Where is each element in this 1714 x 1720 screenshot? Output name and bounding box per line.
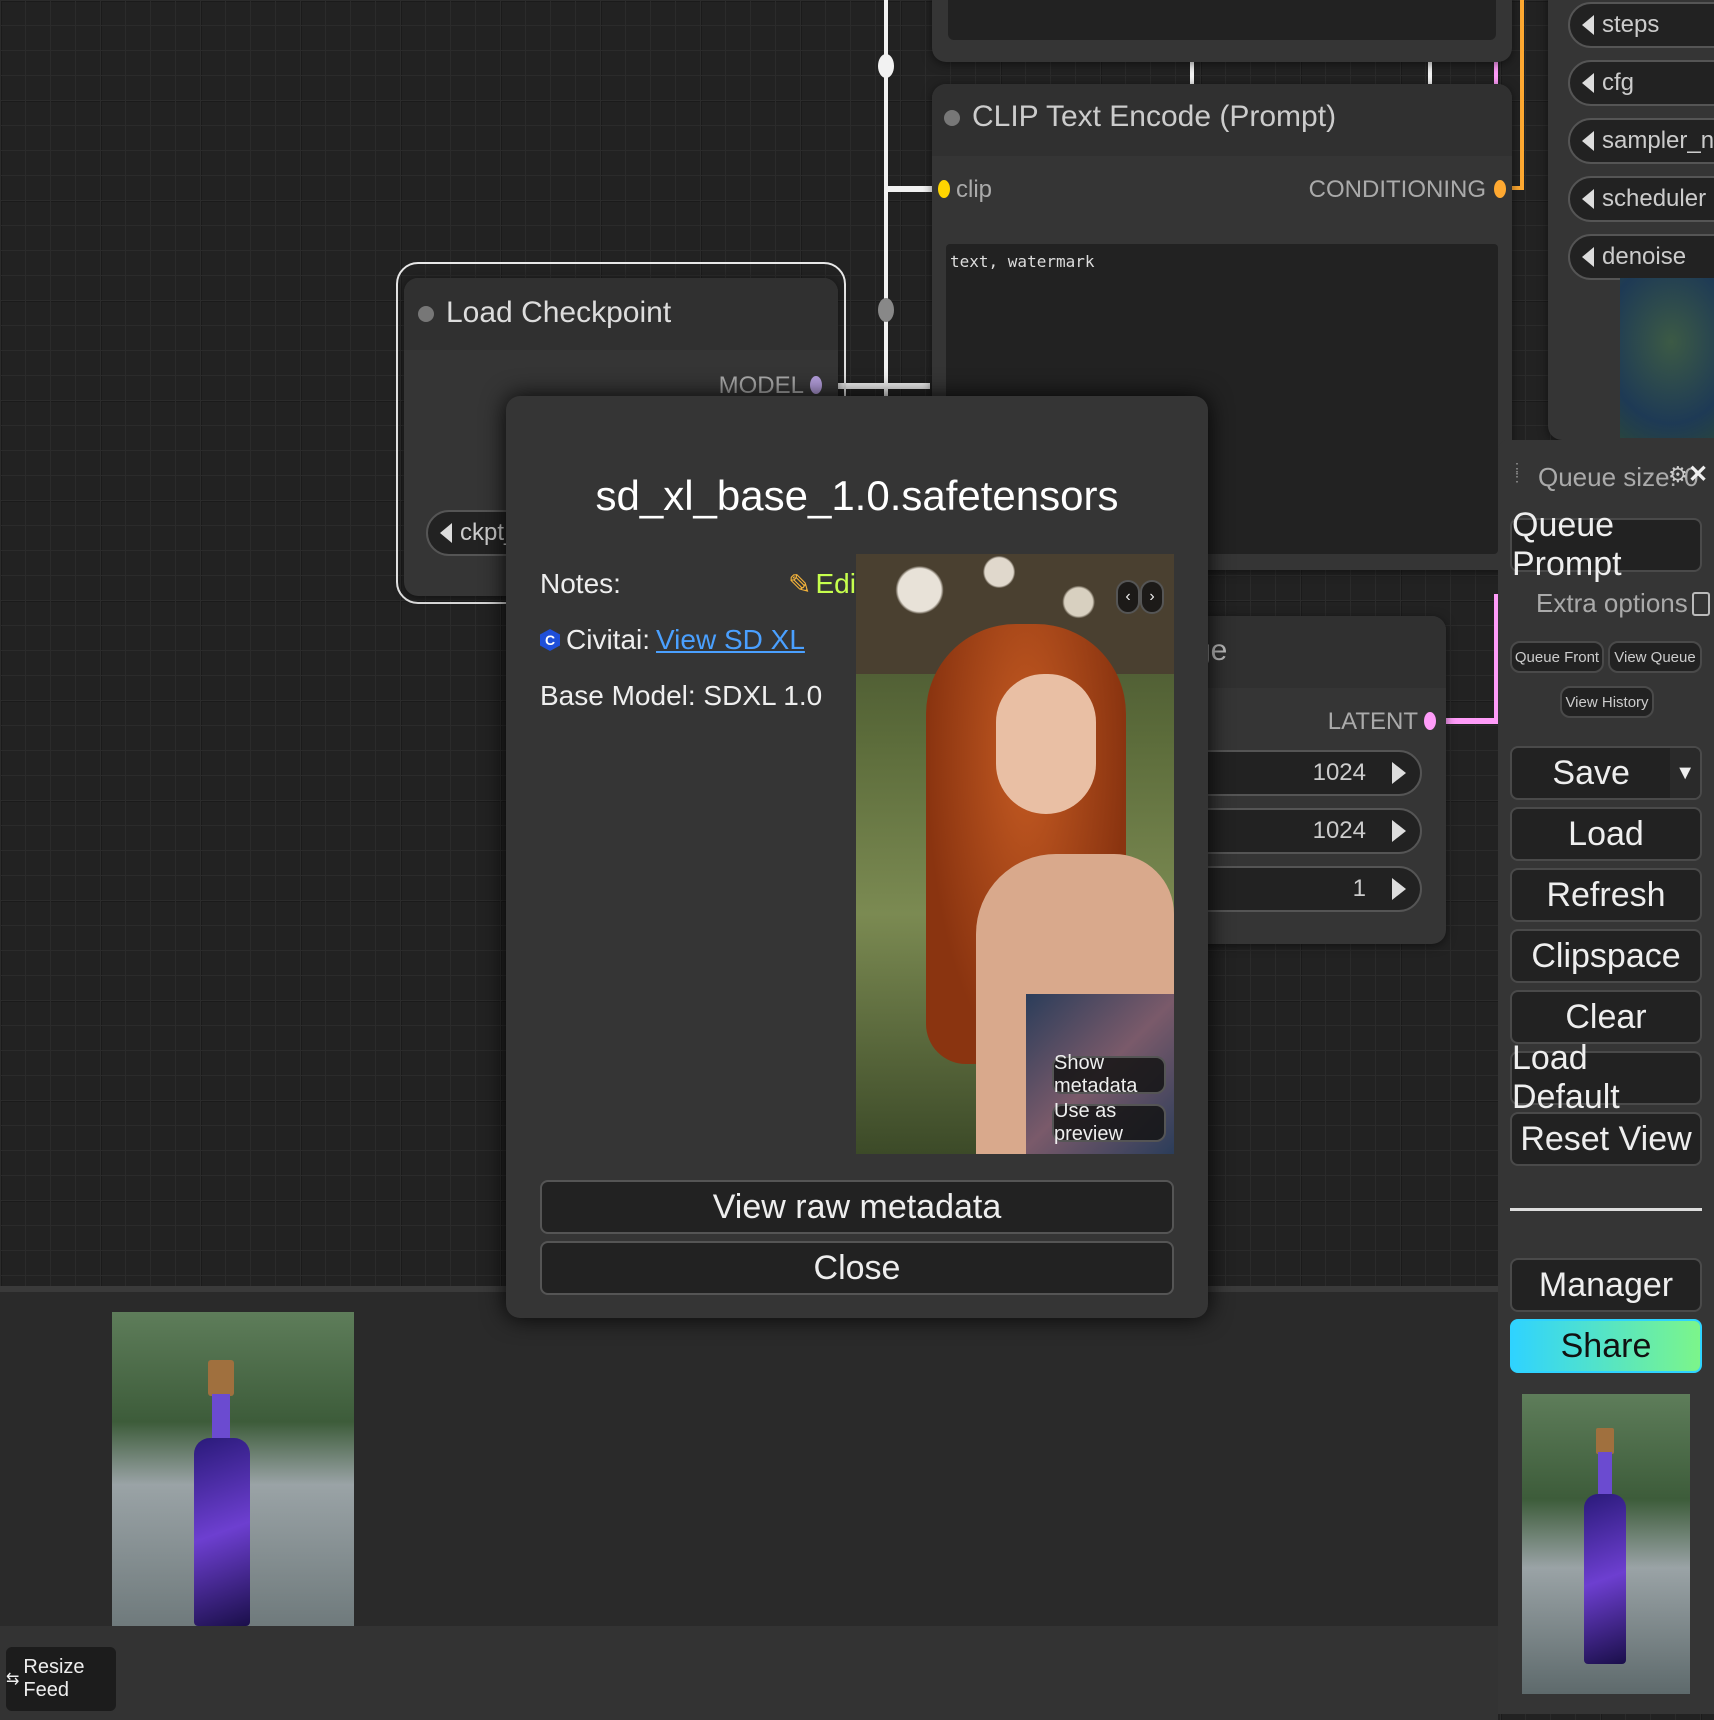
prompt-text: text, watermark [950,252,1095,271]
wire-latent-h [1440,718,1498,724]
conditioning-output-label: CONDITIONING [1308,176,1486,203]
model-output-port[interactable] [810,376,822,394]
model-preview-image[interactable]: ‹ › Show metadata Use as preview [856,554,1174,1154]
refresh-button[interactable]: Refresh [1510,868,1702,922]
load-default-button[interactable]: Load Default [1510,1039,1702,1116]
widget-left-arrow-icon[interactable] [1582,189,1594,209]
civitai-row: C Civitai: View SD XL [540,624,805,656]
prev-image-button[interactable]: ‹ [1116,580,1140,614]
menu-divider [1510,1208,1702,1211]
edit-notes-button[interactable]: ✎ Edit [788,568,864,601]
cfg-widget[interactable]: cfg [1568,60,1714,106]
wire-pink-top [1494,60,1498,84]
scheduler-widget[interactable]: scheduler [1568,176,1714,222]
node-collapse-dot[interactable] [418,306,434,322]
view-raw-metadata-button[interactable]: View raw metadata [540,1180,1174,1234]
widget-left-arrow-icon[interactable] [440,523,452,543]
widget-value: 1024 [1312,759,1366,786]
share-button[interactable]: Share [1510,1319,1702,1373]
node-collapse-dot[interactable] [944,110,960,126]
clip-input-port[interactable] [938,180,950,198]
widget-label: scheduler [1602,185,1707,212]
drag-handle-icon[interactable]: ⋮ ⋮ [1510,461,1524,488]
denoise-widget[interactable]: denoise [1568,234,1714,280]
load-button[interactable]: Load [1510,807,1702,861]
face-shape [996,674,1096,814]
extra-options-row: Extra options [1536,588,1710,619]
civitai-link[interactable]: View SD XL [656,624,805,656]
widget-left-arrow-icon[interactable] [1582,247,1594,267]
sampler-name-widget[interactable]: sampler_name [1568,118,1714,164]
chevron-left-icon: ‹ [1125,588,1131,605]
top-node[interactable] [932,0,1512,62]
ksampler-preview-thumbnail [1620,278,1714,438]
widget-right-arrow-icon[interactable] [1392,820,1406,842]
wire-model [836,383,930,389]
dialog-title: sd_xl_base_1.0.safetensors [595,472,1119,519]
clip-input-label: clip [956,176,993,203]
empty-latent-image-node[interactable]: ge LATENT 1024 1024 1 [1160,616,1446,944]
clear-button[interactable]: Clear [1510,990,1702,1044]
close-icon[interactable]: ✕ [1688,460,1708,489]
gear-icon[interactable]: ⚙ [1668,462,1688,488]
latent-output-label: LATENT [1327,708,1418,735]
use-as-preview-button[interactable]: Use as preview [1052,1100,1166,1145]
save-dropdown-chevron-icon[interactable]: ▼ [1670,748,1700,798]
view-queue-button[interactable]: View Queue [1608,641,1702,673]
widget-label: denoise [1602,243,1687,270]
wire-conditioning [1520,0,1524,190]
next-image-button[interactable]: › [1140,580,1164,614]
widget-right-arrow-icon[interactable] [1392,762,1406,784]
extra-options-label: Extra options [1536,588,1688,618]
queue-front-button[interactable]: Queue Front [1510,641,1604,673]
manager-button[interactable]: Manager [1510,1258,1702,1312]
pencil-icon: ✎ [788,569,812,600]
chevron-right-icon: › [1149,588,1155,605]
conditioning-output-port[interactable] [1494,180,1506,198]
view-history-button[interactable]: View History [1560,686,1654,718]
widget-label: sampler_name [1602,127,1714,154]
wire-reroute-dot [878,54,894,78]
wire-reroute-dot [878,298,894,322]
civitai-logo-icon: C [540,629,560,651]
widget-left-arrow-icon[interactable] [1582,15,1594,35]
queue-prompt-button[interactable]: Queue Prompt [1510,506,1702,583]
widget-value: 1 [1352,875,1366,902]
ksampler-node[interactable]: steps cfg sampler_name scheduler denoise [1548,0,1714,440]
wire-clip-horizontal [888,186,932,192]
resize-arrows-icon: ⇆ [6,1671,20,1688]
wire-top-1 [1190,60,1194,84]
show-metadata-button[interactable]: Show metadata [1052,1052,1166,1097]
widget-left-arrow-icon[interactable] [1582,131,1594,151]
extra-options-checkbox[interactable] [1691,591,1710,616]
wire-top-2 [1428,60,1432,84]
clipspace-button[interactable]: Clipspace [1510,929,1702,983]
steps-widget[interactable]: steps [1568,2,1714,48]
reset-view-button[interactable]: Reset View [1510,1112,1702,1166]
menu-preview-image[interactable] [1522,1394,1690,1694]
resize-feed-label: Resize Feed [23,1656,85,1701]
widget-left-arrow-icon[interactable] [1582,73,1594,93]
resize-feed-button[interactable]: ⇆ Resize Feed [6,1647,116,1711]
feed-bottom-bar [0,1626,1498,1720]
node-title: Load Checkpoint [446,296,672,329]
latent-output-port[interactable] [1424,712,1436,730]
save-label: Save [1552,753,1630,792]
notes-label: Notes: [540,568,621,599]
civitai-label: Civitai: [566,624,651,655]
wire-conditioning-h [1512,186,1524,190]
widget-value: 1024 [1312,817,1366,844]
save-button[interactable]: Save ▼ [1510,746,1702,800]
node-title: CLIP Text Encode (Prompt) [972,100,1337,133]
feed-image-bottle[interactable] [112,1312,354,1626]
model-info-dialog: sd_xl_base_1.0.safetensors Notes: ✎ Edit… [506,396,1208,1318]
widget-label: cfg [1602,69,1635,96]
close-dialog-button[interactable]: Close [540,1241,1174,1295]
widget-label: steps [1602,11,1660,38]
widget-right-arrow-icon[interactable] [1392,878,1406,900]
image-feed-panel: ⇆ Resize Feed [0,1286,1498,1720]
base-model-label: Base Model: SDXL 1.0 [540,680,823,711]
